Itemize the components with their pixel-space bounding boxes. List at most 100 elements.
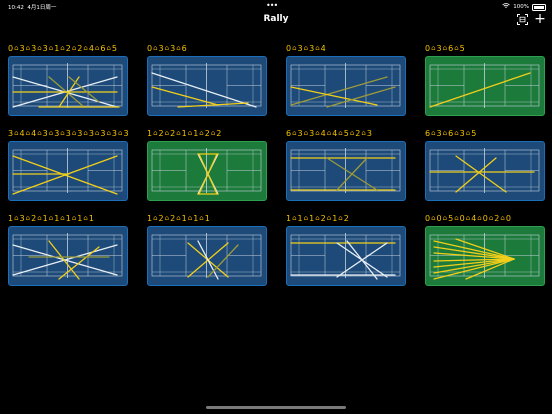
shot-trajectory [48, 240, 80, 280]
shot-type-icon: ⌂ [326, 214, 332, 222]
shot-trajectory [346, 240, 378, 280]
shot-type-icon: ⌂ [106, 129, 111, 137]
shot-type-icon: ⌂ [106, 44, 111, 52]
score-value: 2 [216, 128, 222, 138]
score-value: 6 [181, 43, 187, 53]
court-diagram[interactable] [286, 56, 406, 116]
shot-trajectory [58, 246, 100, 280]
shot-type-icon: ⌂ [14, 214, 19, 222]
score-value: 3 [65, 128, 71, 138]
rally-score: 0 ⌂ 3 ⌂ 3 ⌂ 4 [286, 43, 326, 53]
score-value: 2 [158, 128, 164, 138]
score-value: 2 [77, 43, 83, 53]
rally-card[interactable]: 1 ⌂ 2 ⌂ 2 ⌂ 1 ⌂ 1 ⌂ 2 ⌂ 2 [147, 128, 267, 216]
score-value: 1 [193, 128, 199, 138]
court-diagram[interactable] [425, 226, 545, 286]
shot-type-icon: ⌂ [477, 214, 482, 222]
shot-type-icon: ⌂ [199, 129, 204, 137]
rally-score: 6 ⌂ 3 ⌂ 3 ⌂ 4 ⌂ 4 ⌂ 5 ⌂ 2 ⌂ 3 [286, 128, 372, 138]
add-button[interactable]: + [533, 12, 547, 26]
score-value: 0 [505, 213, 511, 223]
shot-type-icon: ⌂ [94, 44, 100, 52]
score-value: 3 [42, 43, 48, 53]
court-diagram[interactable] [147, 226, 267, 286]
court-diagram[interactable] [8, 226, 128, 286]
status-bar: 10:42 4月1日周一 ••• 100% [0, 0, 552, 12]
court-svg [290, 233, 401, 280]
shot-type-icon: ⌂ [488, 214, 494, 222]
score-value: 1 [147, 213, 153, 223]
court-diagram[interactable] [425, 141, 545, 201]
shot-type-icon: ⌂ [14, 44, 19, 52]
rally-score: 1 ⌂ 3 ⌂ 2 ⌂ 1 ⌂ 1 ⌂ 1 ⌂ 1 ⌂ 1 [8, 213, 94, 223]
court-diagram[interactable] [425, 56, 545, 116]
shot-type-icon: ⌂ [60, 214, 65, 222]
rally-card[interactable]: 6 ⌂ 3 ⌂ 6 ⌂ 3 ⌂ 5 [425, 128, 545, 216]
home-indicator[interactable] [206, 406, 346, 409]
rally-card[interactable]: 0 ⌂ 3 ⌂ 3 ⌂ 4 [286, 43, 406, 131]
court-diagram[interactable] [147, 56, 267, 116]
score-value: 2 [158, 213, 164, 223]
score-value: 1 [332, 213, 338, 223]
shot-type-icon: ⌂ [361, 129, 366, 137]
score-value: 2 [343, 213, 349, 223]
multitask-dots-icon[interactable]: ••• [266, 1, 278, 10]
court-diagram[interactable] [286, 226, 406, 286]
shot-type-icon: ⌂ [153, 129, 158, 137]
score-value: 0 [425, 213, 431, 223]
rally-card[interactable]: 1 ⌂ 3 ⌂ 2 ⌂ 1 ⌂ 1 ⌂ 1 ⌂ 1 ⌂ 1 [8, 213, 128, 301]
score-value: 3 [297, 43, 303, 53]
score-value: 3 [19, 43, 25, 53]
score-value: 4 [320, 43, 326, 53]
shot-trajectory [433, 246, 515, 260]
score-value: 2 [355, 128, 361, 138]
rally-card[interactable]: 0 ⌂ 0 ⌂ 5 ⌂ 0 ⌂ 4 ⌂ 0 ⌂ 2 ⌂ 0 [425, 213, 545, 301]
rally-score: 1 ⌂ 2 ⌂ 2 ⌂ 1 ⌂ 1 ⌂ 1 [147, 213, 210, 223]
court-svg [12, 63, 123, 108]
shot-type-icon: ⌂ [292, 44, 297, 52]
rally-card[interactable]: 6 ⌂ 3 ⌂ 3 ⌂ 4 ⌂ 4 ⌂ 5 ⌂ 2 ⌂ 3 [286, 128, 406, 216]
rally-card[interactable]: 0 ⌂ 3 ⌂ 3 ⌂ 6 [147, 43, 267, 131]
rally-card[interactable]: 3 ⌂ 4 ⌂ 4 ⌂ 3 ⌂ 3 ⌂ 3 ⌂ 3 ⌂ 3 ⌂ 3 ⌂ 3 ⌂ 3 [8, 128, 129, 216]
rally-card[interactable]: 0 ⌂ 3 ⌂ 3 ⌂ 3 ⌂ 1 ⌂ 2 ⌂ 2 ⌂ 4 ⌂ 6 ⌂ 5 [8, 43, 128, 131]
shot-type-icon: ⌂ [176, 44, 181, 52]
rally-score: 0 ⌂ 3 ⌂ 3 ⌂ 3 ⌂ 1 ⌂ 2 ⌂ 2 ⌂ 4 ⌂ 6 ⌂ 5 [8, 43, 117, 53]
court-diagram[interactable] [147, 141, 267, 201]
rally-score: 0 ⌂ 3 ⌂ 3 ⌂ 6 [147, 43, 187, 53]
court-diagram[interactable] [8, 141, 128, 201]
shot-trajectory [290, 76, 388, 106]
shot-type-icon: ⌂ [349, 129, 355, 137]
score-value: 6 [286, 128, 292, 138]
score-value: 1 [181, 128, 187, 138]
score-value: 4 [332, 128, 338, 138]
shot-type-icon: ⌂ [25, 44, 31, 52]
shot-type-icon: ⌂ [454, 129, 459, 137]
scan-icon[interactable] [515, 12, 529, 26]
shot-type-icon: ⌂ [37, 129, 42, 137]
score-value: 0 [459, 213, 465, 223]
score-value: 2 [170, 128, 176, 138]
score-value: 0 [436, 213, 442, 223]
shot-type-icon: ⌂ [71, 44, 77, 52]
shot-type-icon: ⌂ [454, 44, 459, 52]
score-value: 2 [170, 213, 176, 223]
score-value: 5 [459, 43, 465, 53]
court-svg [429, 233, 540, 280]
shot-type-icon: ⌂ [153, 214, 158, 222]
status-right: 100% [502, 3, 546, 11]
court-diagram[interactable] [286, 141, 406, 201]
rally-card[interactable]: 0 ⌂ 3 ⌂ 6 ⌂ 5 [425, 43, 545, 131]
score-value: 2 [204, 128, 210, 138]
score-value: 4 [471, 213, 477, 223]
rally-card[interactable]: 1 ⌂ 1 ⌂ 1 ⌂ 2 ⌂ 1 ⌂ 2 [286, 213, 406, 301]
score-value: 5 [448, 213, 454, 223]
score-value: 4 [31, 128, 37, 138]
shot-type-icon: ⌂ [94, 129, 100, 137]
shot-type-icon: ⌂ [176, 214, 181, 222]
court-diagram[interactable] [8, 56, 128, 116]
score-value: 3 [366, 128, 372, 138]
court-svg [12, 148, 123, 195]
rally-card[interactable]: 1 ⌂ 2 ⌂ 2 ⌂ 1 ⌂ 1 ⌂ 1 [147, 213, 267, 301]
shot-type-icon: ⌂ [164, 129, 170, 137]
shot-type-icon: ⌂ [442, 214, 448, 222]
